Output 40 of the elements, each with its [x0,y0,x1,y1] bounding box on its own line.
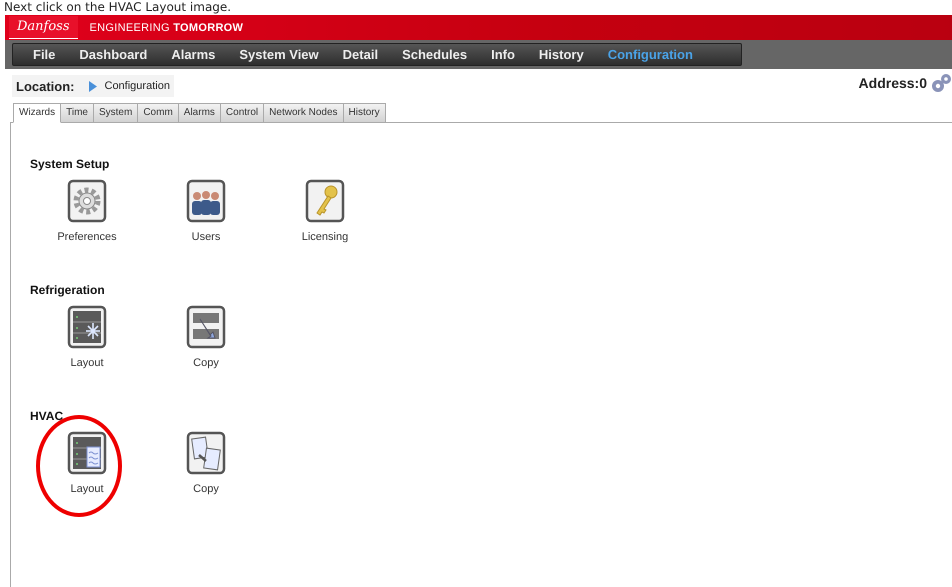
triangle-icon [88,80,96,92]
key-icon[interactable] [305,179,345,225]
wizard-label[interactable]: Copy [193,357,219,369]
people-icon[interactable] [186,179,226,225]
menu-item[interactable]: Schedules [390,47,480,62]
menu-item[interactable]: Alarms [159,47,228,62]
menu-item[interactable]: Dashboard [67,47,160,62]
tab[interactable]: Time [61,103,94,123]
tagline: ENGINEERING TOMORROW [90,22,244,34]
menu-item[interactable]: Detail [330,47,390,62]
tab[interactable]: Network Nodes [264,103,344,123]
gear-icon[interactable] [67,179,107,225]
wizard-label[interactable]: Layout [70,357,104,369]
menu-item[interactable]: Info [479,47,527,62]
wizard-label[interactable]: Licensing [302,231,348,243]
wizard-label[interactable]: Users [192,231,220,243]
tab[interactable]: Wizards [13,103,62,123]
menu-item[interactable]: Configuration [596,47,705,62]
gears-icon[interactable] [930,72,952,94]
tab[interactable]: History [344,103,386,123]
section-heading: System Setup [30,157,110,171]
menu-item[interactable]: File [27,47,68,62]
location-label: Location: [16,78,74,94]
wizard-label[interactable]: Layout [70,483,104,495]
tab[interactable]: Alarms [178,103,221,123]
instruction-caption: Next click on the HVAC Layout image. [3,0,232,15]
panel-snowflake-icon[interactable] [67,305,107,351]
menu-item[interactable]: History [526,47,596,62]
wizard-label[interactable]: Preferences [57,231,117,243]
tab[interactable]: Comm [138,103,179,123]
menu-item[interactable]: System View [227,47,331,62]
section-heading: HVAC [30,409,64,423]
address-label: Address:0 [858,75,927,91]
tab[interactable]: Control [220,103,264,123]
wizard-label[interactable]: Copy [193,483,219,495]
brand-logo: Danfoss [9,16,78,39]
tab[interactable]: System [94,103,138,123]
panel-document-icon[interactable] [67,431,107,477]
location-value: Configuration [104,80,170,92]
section-heading: Refrigeration [30,283,106,297]
